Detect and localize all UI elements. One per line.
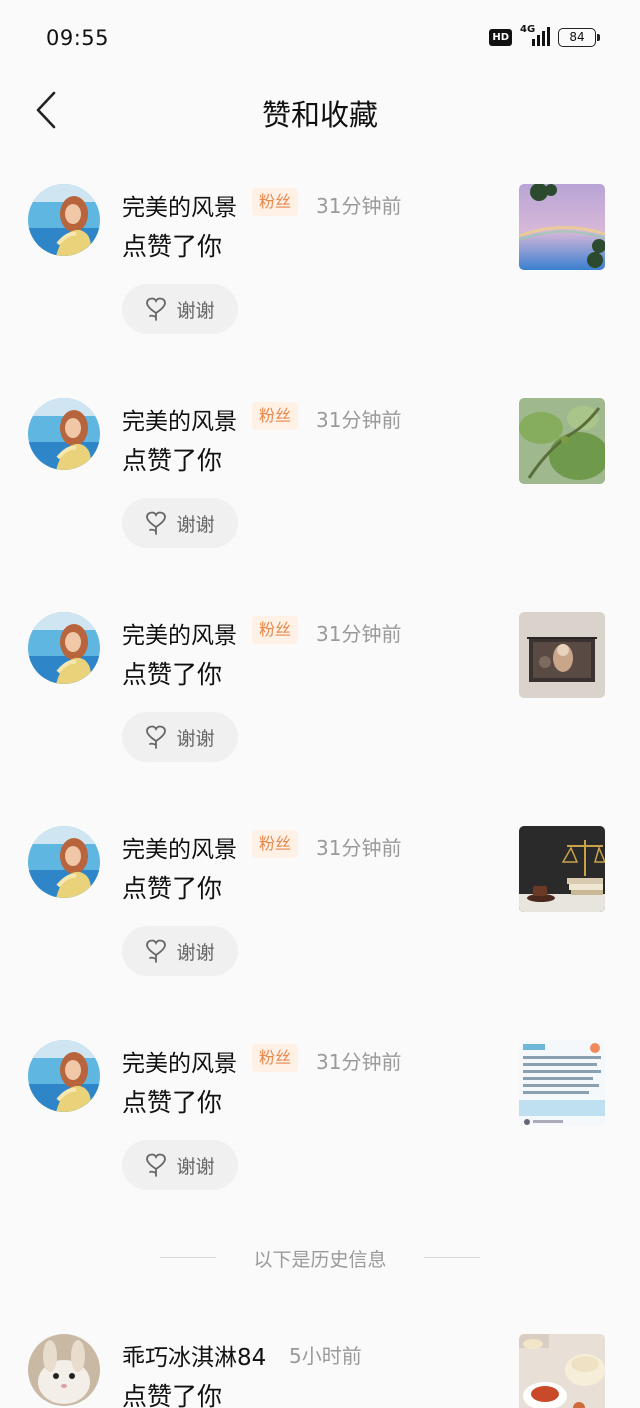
heart-flower-icon	[146, 297, 167, 321]
timestamp: 5小时前	[289, 1344, 362, 1368]
post-thumbnail[interactable]	[519, 184, 605, 270]
thanks-label: 谢谢	[176, 1155, 215, 1178]
notification-item[interactable]: 完美的风景 粉丝 31分钟前 点赞了你 谢谢	[0, 170, 640, 384]
battery-icon: 84	[558, 27, 600, 47]
action-text: 点赞了你	[122, 660, 223, 689]
history-divider: 以下是历史信息	[0, 1240, 640, 1276]
history-item[interactable]: 乖巧冰淇淋84 5小时前 点赞了你	[0, 1320, 640, 1408]
heart-flower-icon	[146, 939, 167, 963]
nickname[interactable]: 完美的风景	[122, 402, 237, 436]
history-divider-text: 以下是历史信息	[253, 1249, 387, 1271]
status-bar: 09:55 HD 4G 84	[0, 0, 640, 78]
notification-item[interactable]: 完美的风景 粉丝 31分钟前 点赞了你 谢谢	[0, 812, 640, 1026]
hd-icon: HD	[489, 28, 512, 46]
thanks-label: 谢谢	[176, 727, 215, 750]
avatar[interactable]	[28, 184, 100, 256]
battery-level: 84	[569, 30, 585, 44]
avatar[interactable]	[28, 826, 100, 898]
notification-list: 完美的风景 粉丝 31分钟前 点赞了你 谢谢 完美的风景 粉丝 31分钟前 点赞…	[0, 170, 640, 1240]
post-thumbnail[interactable]	[519, 1334, 605, 1408]
nickname[interactable]: 乖巧冰淇淋84	[122, 1338, 266, 1372]
action-text: 点赞了你	[122, 874, 223, 903]
heart-flower-icon	[146, 725, 167, 749]
notification-item[interactable]: 完美的风景 粉丝 31分钟前 点赞了你 谢谢	[0, 598, 640, 812]
nickname[interactable]: 完美的风景	[122, 830, 237, 864]
navigation-bar: 赞和收藏	[0, 78, 640, 142]
heart-flower-icon	[146, 1153, 167, 1177]
thanks-label: 谢谢	[176, 941, 215, 964]
post-thumbnail[interactable]	[519, 826, 605, 912]
nickname[interactable]: 完美的风景	[122, 616, 237, 650]
notification-item[interactable]: 完美的风景 粉丝 31分钟前 点赞了你 谢谢	[0, 1026, 640, 1240]
action-text: 点赞了你	[122, 1382, 223, 1408]
thanks-button[interactable]: 谢谢	[122, 284, 238, 334]
timestamp: 31分钟前	[316, 408, 402, 432]
fan-badge: 粉丝	[252, 1044, 299, 1072]
avatar[interactable]	[28, 612, 100, 684]
fan-badge: 粉丝	[252, 830, 299, 858]
avatar[interactable]	[28, 398, 100, 470]
nickname[interactable]: 完美的风景	[122, 188, 237, 222]
fan-badge: 粉丝	[252, 402, 299, 430]
thanks-button[interactable]: 谢谢	[122, 498, 238, 548]
fan-badge: 粉丝	[252, 616, 299, 644]
fan-badge: 粉丝	[252, 188, 299, 216]
post-thumbnail[interactable]	[519, 398, 605, 484]
thanks-label: 谢谢	[176, 299, 215, 322]
thanks-button[interactable]: 谢谢	[122, 712, 238, 762]
thanks-label: 谢谢	[176, 513, 215, 536]
timestamp: 31分钟前	[316, 1050, 402, 1074]
notification-item[interactable]: 完美的风景 粉丝 31分钟前 点赞了你 谢谢	[0, 384, 640, 598]
timestamp: 31分钟前	[316, 194, 402, 218]
post-thumbnail[interactable]	[519, 1040, 605, 1126]
nickname[interactable]: 完美的风景	[122, 1044, 237, 1078]
signal-icon: 4G	[520, 24, 550, 47]
page-title: 赞和收藏	[261, 98, 378, 132]
post-thumbnail[interactable]	[519, 612, 605, 698]
timestamp: 31分钟前	[316, 622, 402, 646]
thanks-button[interactable]: 谢谢	[122, 1140, 238, 1190]
action-text: 点赞了你	[122, 1088, 223, 1117]
status-time: 09:55	[46, 26, 110, 50]
avatar[interactable]	[28, 1334, 100, 1406]
avatar[interactable]	[28, 1040, 100, 1112]
action-text: 点赞了你	[122, 232, 223, 261]
timestamp: 31分钟前	[316, 836, 402, 860]
heart-flower-icon	[146, 511, 167, 535]
status-icons: HD 4G 84	[489, 24, 600, 47]
action-text: 点赞了你	[122, 446, 223, 475]
thanks-button[interactable]: 谢谢	[122, 926, 238, 976]
